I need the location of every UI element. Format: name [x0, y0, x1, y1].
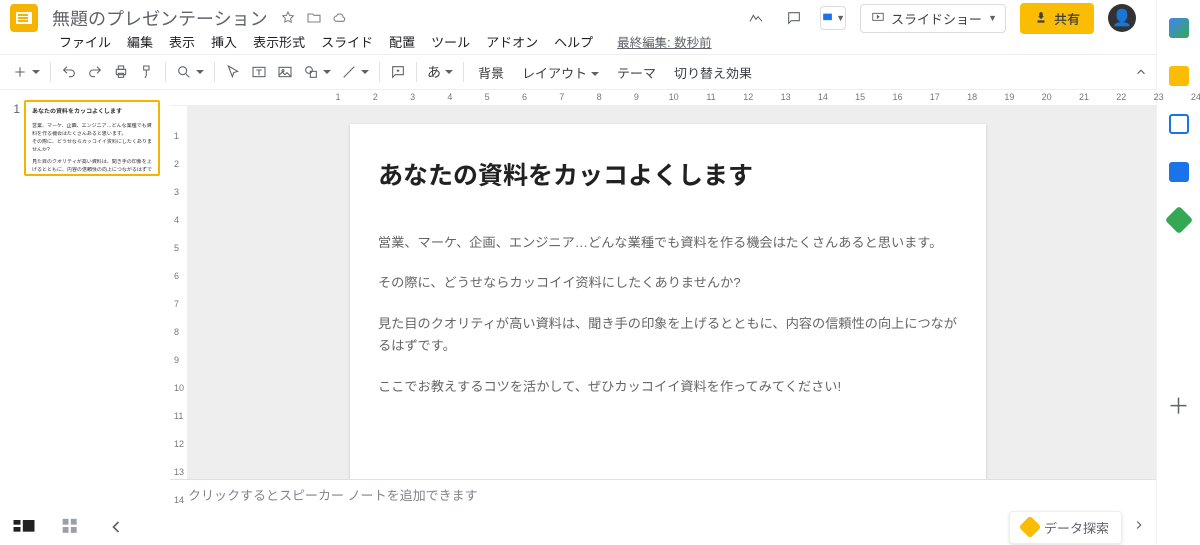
- menu-addons[interactable]: アドオン: [479, 30, 545, 53]
- share-button[interactable]: 共有: [1020, 3, 1094, 34]
- select-tool[interactable]: [221, 58, 245, 86]
- line-tool[interactable]: [337, 58, 373, 86]
- vertical-ruler[interactable]: 1234567891011121314: [170, 106, 188, 479]
- toolbar: あ 背景 レイアウト テーマ 切り替え効果: [0, 54, 1156, 90]
- comments-icon[interactable]: [782, 6, 806, 30]
- calendar-addon-icon[interactable]: [1169, 18, 1189, 38]
- document-title[interactable]: 無題のプレゼンテーション: [52, 5, 268, 31]
- menu-bar: ファイル 編集 表示 挿入 表示形式 スライド 配置 ツール アドオン ヘルプ …: [0, 30, 1156, 54]
- star-icon[interactable]: [280, 10, 296, 26]
- last-edit-link[interactable]: 最終編集: 数秒前: [610, 30, 718, 53]
- slide-canvas[interactable]: あなたの資料をカッコよくします 営業、マーケ、企画、エンジニア…どんな業種でも資…: [350, 124, 986, 479]
- menu-edit[interactable]: 編集: [120, 30, 160, 53]
- move-icon[interactable]: [306, 10, 322, 26]
- keep-addon-icon[interactable]: [1169, 66, 1189, 86]
- textbox-tool[interactable]: [247, 58, 271, 86]
- transition-button[interactable]: 切り替え効果: [666, 63, 760, 82]
- filmstrip-view-icon[interactable]: [10, 515, 38, 539]
- menu-file[interactable]: ファイル: [52, 30, 118, 53]
- grid-view-icon[interactable]: [58, 515, 86, 539]
- collapse-toolbar-icon[interactable]: [1134, 65, 1148, 82]
- title-bar: 無題のプレゼンテーション ▼ スライドショー ▼ 共有: [0, 0, 1156, 30]
- slide-title-text[interactable]: あなたの資料をカッコよくします: [378, 156, 753, 192]
- slide-body-text[interactable]: 営業、マーケ、企画、エンジニア…どんな業種でも資料を作る機会はたくさんあると思い…: [378, 232, 958, 416]
- explore-icon: [1019, 516, 1042, 539]
- input-method-button[interactable]: あ: [423, 58, 457, 86]
- menu-view[interactable]: 表示: [162, 30, 202, 53]
- activity-icon[interactable]: [744, 6, 768, 30]
- footer-bar: データ探索: [0, 509, 1156, 545]
- slideshow-label: スライドショー: [891, 9, 982, 28]
- present-outline-button[interactable]: ▼: [820, 6, 846, 30]
- redo-button[interactable]: [83, 58, 107, 86]
- theme-button[interactable]: テーマ: [609, 63, 664, 82]
- get-addons-icon[interactable]: ＋: [1167, 397, 1189, 417]
- expand-side-panel-icon[interactable]: [1132, 518, 1146, 537]
- canvas-area: 1234567891011121314151617181920212223242…: [170, 90, 1156, 509]
- menu-insert[interactable]: 挿入: [204, 30, 244, 53]
- paint-format-button[interactable]: [135, 58, 159, 86]
- image-tool[interactable]: [273, 58, 297, 86]
- speaker-notes[interactable]: クリックするとスピーカー ノートを追加できます: [170, 479, 1156, 509]
- tasks-addon-icon[interactable]: [1169, 114, 1189, 134]
- background-button[interactable]: 背景: [470, 63, 512, 82]
- explore-button[interactable]: データ探索: [1009, 511, 1122, 544]
- layout-button[interactable]: レイアウト: [514, 63, 607, 82]
- zoom-button[interactable]: [172, 58, 208, 86]
- menu-arrange[interactable]: 配置: [382, 30, 422, 53]
- explore-label: データ探索: [1044, 518, 1109, 537]
- slide-thumbnail[interactable]: あなたの資料をカッコよくします 営業、マーケ、企画、エンジニア…どんな業種でも資…: [24, 100, 160, 176]
- print-button[interactable]: [109, 58, 133, 86]
- menu-slide[interactable]: スライド: [314, 30, 380, 53]
- new-slide-button[interactable]: [8, 58, 44, 86]
- horizontal-ruler[interactable]: 1234567891011121314151617181920212223242…: [170, 90, 1156, 106]
- maps-addon-icon[interactable]: [1164, 206, 1192, 234]
- slides-logo[interactable]: [10, 4, 38, 32]
- account-avatar[interactable]: 👤: [1108, 4, 1136, 32]
- slideshow-button[interactable]: スライドショー ▼: [860, 4, 1006, 33]
- slide-stage[interactable]: あなたの資料をカッコよくします 営業、マーケ、企画、エンジニア…どんな業種でも資…: [188, 106, 1156, 479]
- share-label: 共有: [1054, 9, 1080, 28]
- shape-tool[interactable]: [299, 58, 335, 86]
- side-panel: ＋: [1156, 0, 1200, 545]
- collapse-filmstrip-icon[interactable]: [106, 517, 126, 537]
- menu-tools[interactable]: ツール: [424, 30, 477, 53]
- cloud-status-icon[interactable]: [332, 10, 348, 26]
- thumbnail-panel: 1 あなたの資料をカッコよくします 営業、マーケ、企画、エンジニア…どんな業種で…: [0, 90, 170, 509]
- undo-button[interactable]: [57, 58, 81, 86]
- menu-help[interactable]: ヘルプ: [547, 30, 600, 53]
- workspace: 1 あなたの資料をカッコよくします 営業、マーケ、企画、エンジニア…どんな業種で…: [0, 90, 1156, 509]
- comment-tool[interactable]: [386, 58, 410, 86]
- contacts-addon-icon[interactable]: [1169, 162, 1189, 182]
- thumbnail-number: 1: [6, 100, 20, 499]
- menu-format[interactable]: 表示形式: [246, 30, 312, 53]
